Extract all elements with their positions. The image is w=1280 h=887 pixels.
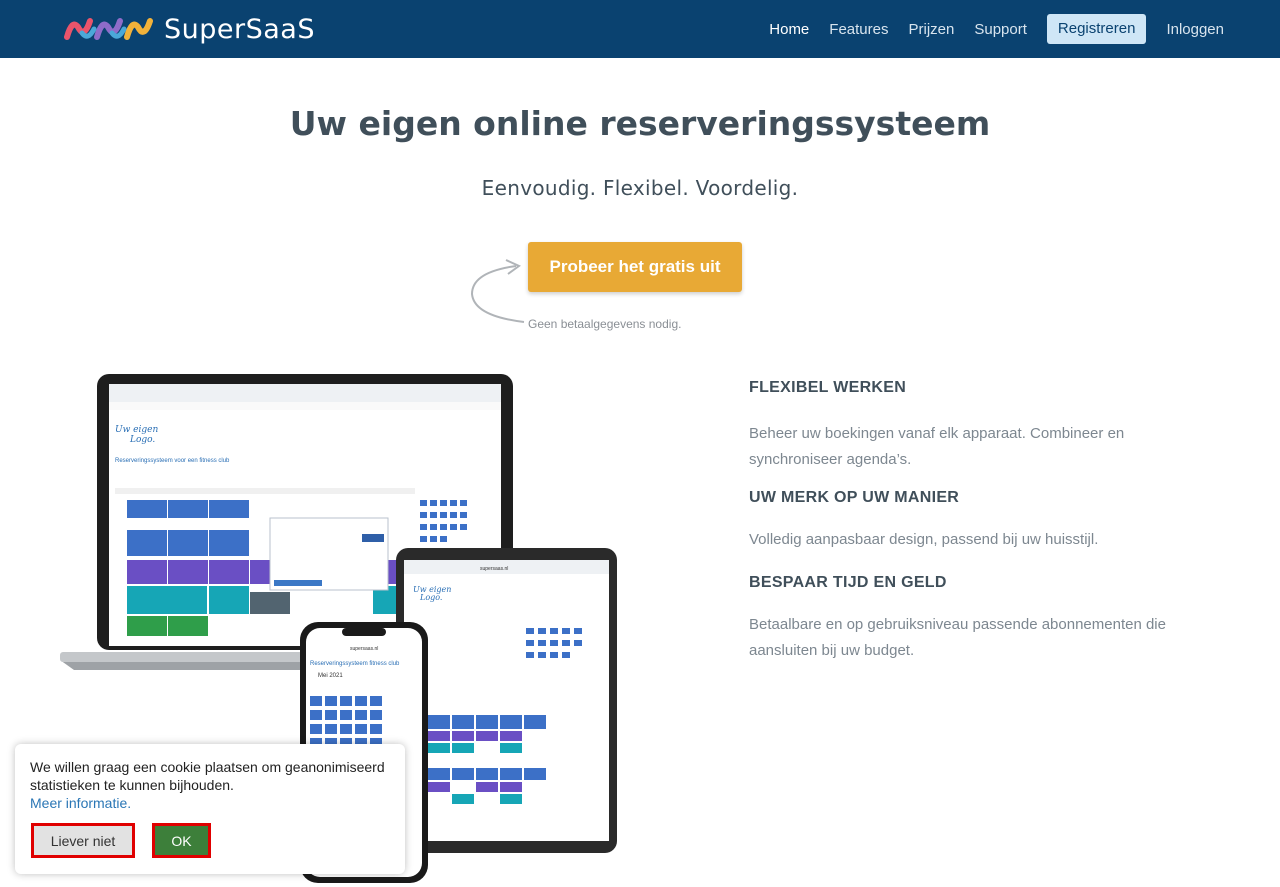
nav-home-link[interactable]: Home	[769, 21, 809, 38]
svg-text:Reserveringssysteem voor een f: Reserveringssysteem voor een fitness clu…	[115, 458, 230, 464]
nav-prices-link[interactable]: Prijzen	[908, 21, 954, 38]
svg-text:supersaas.nl: supersaas.nl	[480, 566, 508, 572]
feature-title: FLEXIBEL WERKEN	[749, 379, 907, 396]
feature-text: Volledig aanpasbaar design, passend bij …	[749, 531, 1099, 548]
supersaas-logo[interactable]: SuperSaaS	[64, 10, 315, 48]
tablet-image: supersaas.nl Uw eigen Logo.	[396, 548, 617, 853]
page-title: Uw eigen online reserveringssysteem	[289, 104, 991, 143]
feature-savings: BESPAAR TIJD EN GELD Betaalbare en op ge…	[749, 574, 1219, 664]
register-button[interactable]: Registreren	[1046, 14, 1147, 44]
cookie-text: We willen graag een cookie plaatsen om g…	[30, 759, 385, 793]
svg-text:Logo.: Logo.	[129, 435, 155, 445]
cookie-more-info-link[interactable]: Meer informatie.	[30, 794, 390, 812]
svg-text:Uw eigen: Uw eigen	[115, 425, 158, 435]
svg-text:Reserveringssysteem fitness cl: Reserveringssysteem fitness club	[310, 661, 400, 667]
page-subtitle: Eenvoudig. Flexibel. Voordelig.	[481, 176, 799, 200]
try-free-button[interactable]: Probeer het gratis uit	[528, 242, 742, 292]
curved-arrow-icon	[470, 259, 525, 323]
feature-title: UW MERK OP UW MANIER	[749, 489, 960, 506]
no-payment-note: Geen betaalgegevens nodig.	[528, 317, 682, 331]
supersaas-logo-icon	[64, 18, 153, 40]
svg-text:Logo.: Logo.	[419, 593, 442, 602]
feature-branding: UW MERK OP UW MANIER Volledig aanpasbaar…	[749, 489, 1219, 553]
nav-support-link[interactable]: Support	[974, 21, 1027, 38]
svg-text:Mei 2021: Mei 2021	[318, 673, 343, 679]
feature-text: Betaalbare en op gebruiksniveau passende…	[749, 616, 1166, 659]
main-nav: Home Features Prijzen Support Registrere…	[749, 14, 1224, 44]
feature-title: BESPAAR TIJD EN GELD	[749, 574, 947, 591]
top-navigation-bar: SuperSaaS Home Features Prijzen Support …	[0, 0, 1280, 58]
feature-flexible: FLEXIBEL WERKEN Beheer uw boekingen vana…	[749, 379, 1219, 473]
brand-name: SuperSaaS	[164, 13, 315, 45]
cookie-accept-button[interactable]: OK	[152, 823, 211, 858]
nav-features-link[interactable]: Features	[829, 21, 888, 38]
cookie-banner: We willen graag een cookie plaatsen om g…	[15, 744, 405, 874]
cookie-decline-button[interactable]: Liever niet	[31, 823, 135, 858]
login-link[interactable]: Inloggen	[1166, 21, 1224, 38]
svg-text:supersaas.nl: supersaas.nl	[350, 646, 378, 652]
feature-text: Beheer uw boekingen vanaf elk apparaat. …	[749, 425, 1125, 468]
